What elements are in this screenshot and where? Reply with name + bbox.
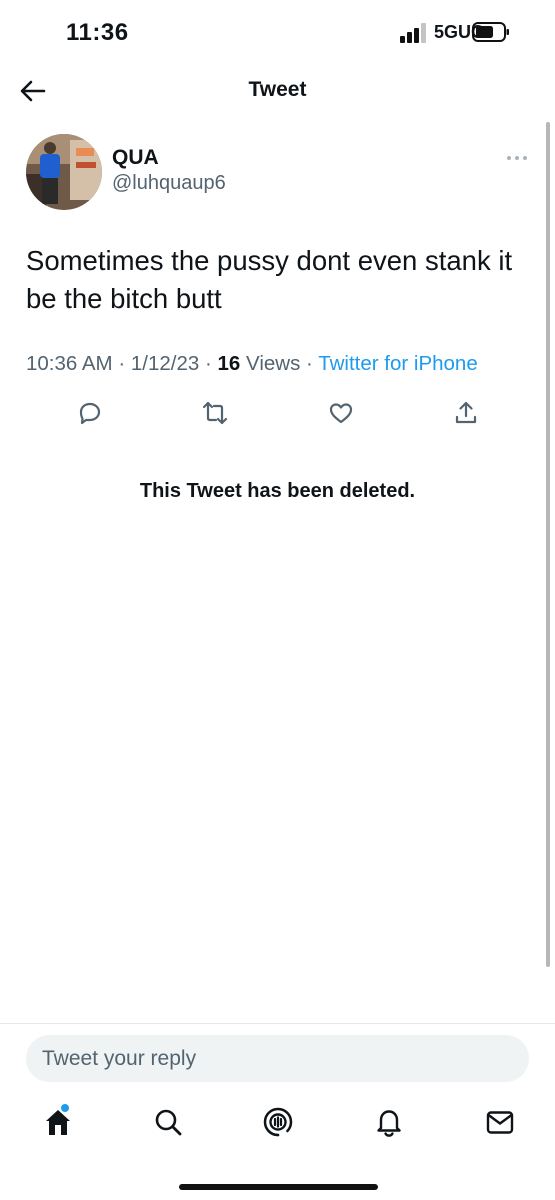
new-content-dot xyxy=(61,1104,69,1112)
tweet-metadata: 10:36 AM · 1/12/23 · 16 Views · Twitter … xyxy=(26,352,478,376)
status-bar: 11:36 5GUC xyxy=(0,0,555,66)
home-icon[interactable] xyxy=(42,1106,74,1138)
views-label[interactable]: Views xyxy=(246,352,300,375)
home-indicator[interactable] xyxy=(179,1184,378,1190)
tweet-date: 1/12/23 xyxy=(130,352,200,375)
reply-input[interactable]: Tweet your reply xyxy=(26,1035,529,1082)
reply-placeholder: Tweet your reply xyxy=(42,1047,197,1070)
share-icon[interactable] xyxy=(452,399,480,427)
spaces-icon[interactable] xyxy=(262,1106,294,1138)
retweet-icon[interactable] xyxy=(201,399,229,427)
meta-separator: · xyxy=(118,352,131,375)
page-title: Tweet xyxy=(248,78,307,101)
search-icon[interactable] xyxy=(152,1106,184,1138)
avatar[interactable] xyxy=(26,134,102,210)
user-handle[interactable]: @luhquaup6 xyxy=(112,172,226,195)
views-count[interactable]: 16 xyxy=(218,352,241,375)
battery-icon xyxy=(472,22,509,42)
reply-icon[interactable] xyxy=(76,399,104,427)
status-time: 11:36 xyxy=(66,19,129,46)
messages-icon[interactable] xyxy=(484,1106,516,1138)
header: Tweet xyxy=(0,66,555,116)
display-name[interactable]: QUA xyxy=(112,146,159,170)
cellular-signal-icon xyxy=(400,23,426,43)
divider xyxy=(0,1023,555,1024)
deleted-notice: This Tweet has been deleted. xyxy=(139,480,416,502)
more-options-icon[interactable] xyxy=(505,148,529,168)
scrollbar[interactable] xyxy=(546,122,550,967)
tweet-source[interactable]: Twitter for iPhone xyxy=(318,352,478,375)
tweet-text: Sometimes the pussy dont even stank it b… xyxy=(26,245,513,314)
meta-separator: · xyxy=(306,352,319,375)
meta-separator: · xyxy=(204,352,218,375)
notifications-icon[interactable] xyxy=(373,1106,405,1138)
like-icon[interactable] xyxy=(327,399,355,427)
tweet-time: 10:36 AM xyxy=(26,352,113,375)
